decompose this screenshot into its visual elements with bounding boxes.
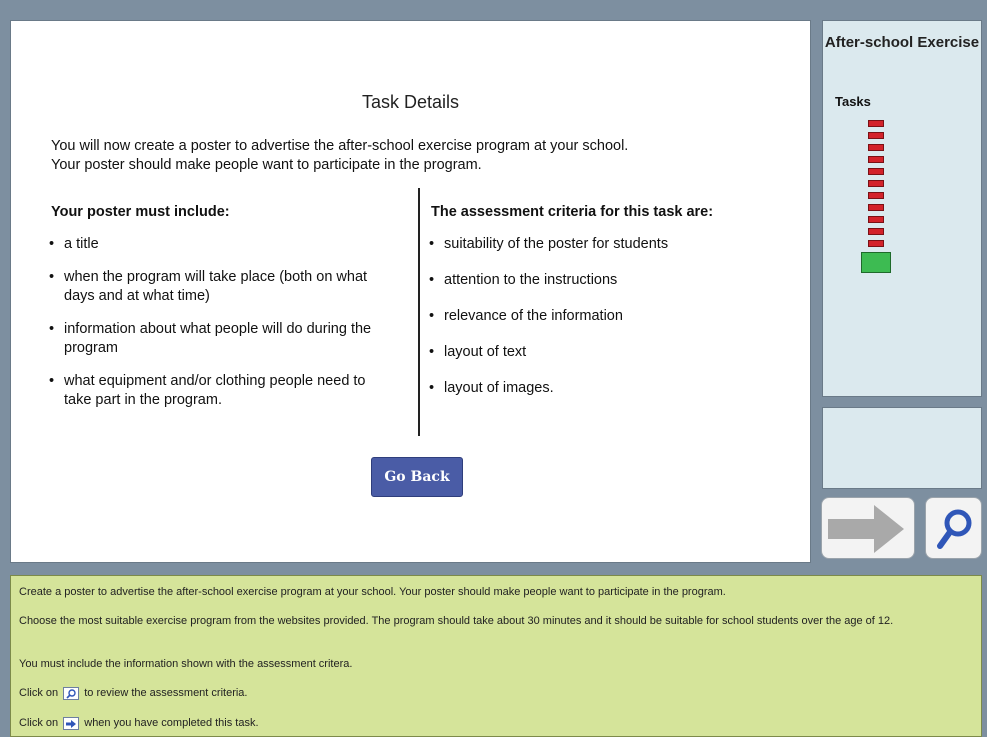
list-item: suitability of the poster for students <box>429 235 769 254</box>
list-item: layout of text <box>429 343 769 362</box>
task-marker <box>868 240 884 247</box>
list-item: layout of images. <box>429 379 769 398</box>
instruction-text-start: Click on <box>19 717 59 729</box>
instruction-text: Create a poster to advertise the after-s… <box>19 586 726 598</box>
instruction-text: Click on when you have completed this ta… <box>19 716 964 730</box>
task-marker <box>868 216 884 223</box>
intro-line: You will now create a poster to advertis… <box>51 138 629 154</box>
current-task-marker <box>861 252 891 273</box>
task-marker <box>868 192 884 199</box>
list-item: when the program will take place (both o… <box>49 268 379 306</box>
assessment-criteria-heading: The assessment criteria for this task ar… <box>431 204 714 220</box>
task-marker <box>868 156 884 163</box>
instructions-panel: Create a poster to advertise the after-s… <box>10 575 982 737</box>
right-arrow-icon <box>828 505 904 553</box>
magnifier-icon <box>63 686 80 700</box>
task-marker <box>868 204 884 211</box>
task-progress-indicator <box>861 120 891 278</box>
column-divider <box>418 188 420 436</box>
assessment-criteria-list: suitability of the poster for students a… <box>429 235 769 415</box>
task-marker <box>868 144 884 151</box>
list-item: attention to the instructions <box>429 271 769 290</box>
instruction-text-start: Click on <box>19 687 59 699</box>
poster-requirements-list: a title when the program will take place… <box>49 235 379 424</box>
task-progress-panel: After-school Exercise Tasks <box>822 20 982 397</box>
tasks-label: Tasks <box>835 94 871 109</box>
task-details-panel: Task Details You will now create a poste… <box>10 20 811 563</box>
go-back-button[interactable]: Go Back <box>371 457 463 497</box>
next-task-button[interactable] <box>821 497 915 559</box>
list-item: a title <box>49 235 379 254</box>
magnifier-icon <box>937 509 972 549</box>
right-arrow-icon <box>63 716 80 730</box>
intro-line: Your poster should make people want to p… <box>51 157 482 173</box>
list-item: what equipment and/or clothing people ne… <box>49 372 379 410</box>
list-item: relevance of the information <box>429 307 769 326</box>
instruction-text: Click on to review the assessment criter… <box>19 686 964 700</box>
instruction-text: You must include the information shown w… <box>19 658 353 670</box>
instruction-text-end: to review the assessment criteria. <box>84 687 248 699</box>
task-intro: You will now create a poster to advertis… <box>51 137 771 175</box>
task-marker <box>868 228 884 235</box>
task-marker <box>868 168 884 175</box>
task-marker <box>868 180 884 187</box>
review-criteria-button[interactable] <box>925 497 982 559</box>
page-title: Task Details <box>361 92 460 112</box>
instruction-text: Choose the most suitable exercise progra… <box>19 615 894 627</box>
task-marker <box>868 120 884 127</box>
list-item: information about what people will do du… <box>49 320 379 358</box>
unit-title: After-school Exercise <box>824 34 980 51</box>
task-marker <box>868 132 884 139</box>
instruction-text-end: when you have completed this task. <box>84 717 259 729</box>
blank-side-panel <box>822 407 982 489</box>
poster-requirements-heading: Your poster must include: <box>51 204 230 220</box>
